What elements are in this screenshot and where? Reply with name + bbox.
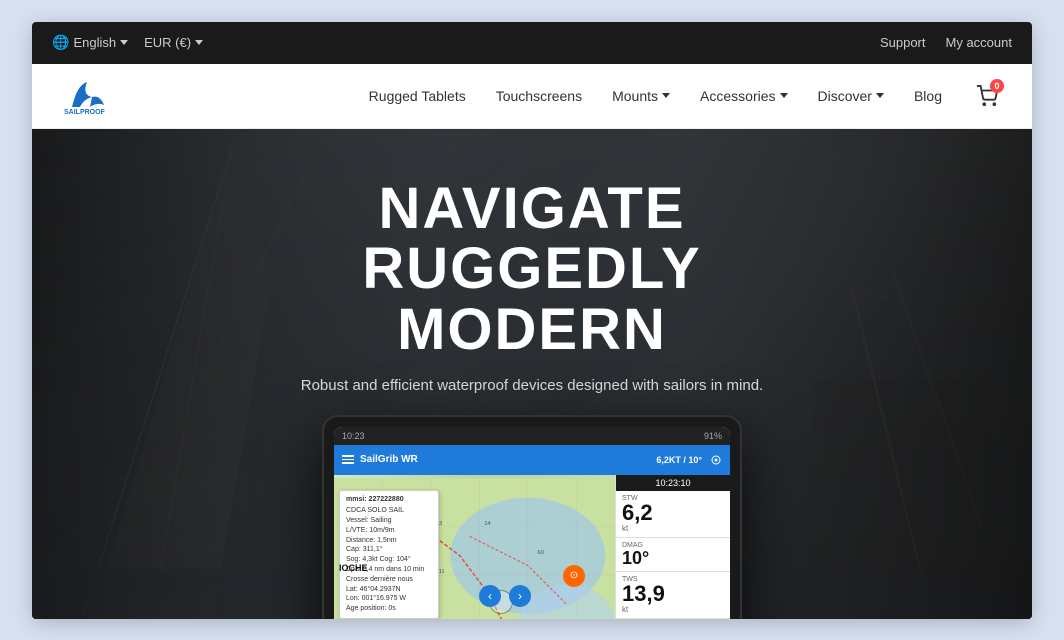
nav-accessories[interactable]: Accessories (700, 88, 787, 104)
logo[interactable]: SAILPROOF (62, 77, 112, 115)
app-name: SailGrib WR (360, 454, 418, 465)
map-data-row: 23 13 14 18 11 60 mmsi: 227222880 CDCA S… (334, 475, 730, 619)
map-popup: mmsi: 227222880 CDCA SOLO SAIL Vessel: S… (339, 490, 439, 619)
nav-mounts[interactable]: Mounts (612, 88, 670, 104)
popup-length: L/VTE: 10m/9m (346, 526, 432, 536)
sailgrib-bar-left: SailGrib WR (342, 454, 418, 465)
accessories-chevron-icon (780, 93, 788, 98)
popup-type: Vessel: Sailing (346, 516, 432, 526)
popup-crosse: Crosse dernière nous (346, 575, 432, 585)
dmag-value: 10° (622, 549, 724, 567)
language-label: English (73, 35, 116, 50)
language-selector[interactable]: 🌐 English (52, 34, 128, 51)
tablet-time: 10:23 (342, 431, 365, 441)
map-area[interactable]: 23 13 14 18 11 60 mmsi: 227222880 CDCA S… (334, 475, 615, 619)
hero-subtitle: Robust and efficient waterproof devices … (232, 377, 832, 394)
tws-value: 13,9 (622, 583, 724, 605)
nav-blog[interactable]: Blog (914, 88, 942, 104)
popup-lat: Lat: 46°04.2937N (346, 585, 432, 595)
top-bar: 🌐 English EUR (€) Support My account (32, 22, 1032, 64)
tws-unit: kt (622, 605, 724, 614)
data-metric-dmag: DMAG 10° (616, 538, 730, 572)
nav-links: Rugged Tablets Touchscreens Mounts Acces… (369, 81, 1002, 111)
cart-badge: 0 (990, 79, 1004, 93)
map-left-arrow[interactable]: ‹ (479, 585, 501, 607)
my-account-link[interactable]: My account (946, 35, 1012, 50)
support-link[interactable]: Support (880, 35, 926, 50)
tablet-status-bar: 10:23 91% (334, 427, 730, 445)
popup-title: mmsi: 227222880 (346, 495, 432, 505)
data-metric-tws: TWS 13,9 kt (616, 572, 730, 619)
hamburger-icon[interactable] (342, 455, 354, 464)
svg-text:SAILPROOF: SAILPROOF (64, 109, 106, 115)
currency-chevron-icon (195, 40, 203, 45)
cart-button[interactable]: 0 (972, 81, 1002, 111)
data-panel: 10:23:10 STW 6,2 kt DMAG 10° (615, 475, 730, 619)
sailgrib-app-bar: SailGrib WR 6,2KT / 10° (334, 445, 730, 475)
svg-text:14: 14 (484, 520, 491, 526)
top-bar-left: 🌐 English EUR (€) (52, 34, 203, 51)
data-time: 10:23:10 (616, 475, 730, 491)
sailgrib-bar-right: 6,2KT / 10° (656, 454, 722, 466)
map-label-ioche: IOCHE (339, 563, 368, 573)
mounts-chevron-icon (662, 93, 670, 98)
top-bar-right: Support My account (880, 35, 1012, 50)
svg-text:11: 11 (439, 569, 445, 575)
nav-touchscreens[interactable]: Touchscreens (496, 88, 582, 104)
currency-selector[interactable]: EUR (€) (144, 35, 203, 50)
popup-vessel: CDCA SOLO SAIL (346, 506, 432, 516)
logo-icon: SAILPROOF (62, 77, 112, 115)
hero-title: NAVIGATE RUGGEDLY MODERN (232, 179, 832, 362)
popup-cap: Cap: 311,1° (346, 545, 432, 555)
tablet-battery: 91% (704, 431, 722, 441)
tablet-mockup: 10:23 91% SailGrib WR (322, 415, 742, 619)
tablet-device: 10:23 91% SailGrib WR (322, 415, 742, 619)
currency-label: EUR (€) (144, 35, 191, 50)
nav-rugged-tablets[interactable]: Rugged Tablets (369, 88, 466, 104)
globe-icon: 🌐 (52, 34, 69, 51)
map-location-button[interactable]: ⊙ (563, 565, 585, 587)
nav-bar: SAILPROOF Rugged Tablets Touchscreens Mo… (32, 64, 1032, 129)
speed-display: 6,2KT / 10° (656, 455, 702, 465)
hero-section: NAVIGATE RUGGEDLY MODERN Robust and effi… (32, 129, 1032, 619)
stw-unit: kt (622, 524, 724, 533)
location-icon (710, 454, 722, 466)
data-metric-stw: STW 6,2 kt (616, 491, 730, 538)
language-chevron-icon (120, 40, 128, 45)
discover-chevron-icon (876, 93, 884, 98)
popup-distance: Distance: 1,5nm (346, 536, 432, 546)
popup-lon: Lon: 001°16.975 W (346, 594, 432, 604)
hero-content: NAVIGATE RUGGEDLY MODERN Robust and effi… (232, 179, 832, 395)
tablet-screen: 10:23 91% SailGrib WR (334, 427, 730, 619)
stw-value: 6,2 (622, 502, 724, 524)
nav-discover[interactable]: Discover (818, 88, 884, 104)
popup-age: Age position: 0s (346, 604, 432, 614)
svg-text:60: 60 (537, 549, 543, 555)
map-right-arrow[interactable]: › (509, 585, 531, 607)
